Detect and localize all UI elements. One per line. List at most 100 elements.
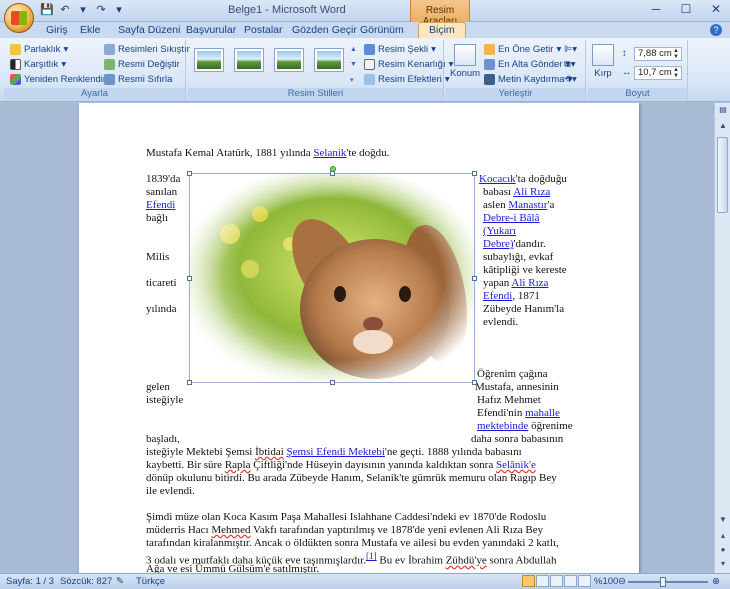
web-layout-icon[interactable]	[550, 575, 563, 587]
maximize-icon[interactable]: ☐	[678, 2, 694, 16]
doc-text: yapan	[483, 277, 512, 289]
style-thumbnail-1[interactable]	[194, 48, 224, 72]
close-icon[interactable]: ✕	[708, 2, 724, 16]
picture-shape-button[interactable]: Resim Şekli ▾	[364, 44, 436, 55]
picture-effects-button[interactable]: Resim Efektleri ▾	[364, 74, 450, 85]
draft-view-icon[interactable]	[578, 575, 591, 587]
doc-left-3[interactable]: Efendi	[146, 199, 175, 212]
browse-object-icon[interactable]: ●	[716, 543, 730, 557]
doc-link-selanik-2[interactable]: Selânik'e	[496, 459, 536, 471]
save-icon[interactable]: 💾	[40, 3, 54, 17]
style-thumbnail-4[interactable]	[314, 48, 344, 72]
doc-link-efendi[interactable]: Efendi	[483, 290, 512, 302]
picture-border-button[interactable]: Resim Kenarlığı ▾	[364, 59, 453, 70]
resize-handle-ne[interactable]	[472, 171, 477, 176]
compress-pictures-button[interactable]: Resimleri Sıkıştır	[104, 44, 190, 55]
scroll-thumb[interactable]	[717, 137, 728, 213]
text-wrapping-button[interactable]: Metin Kaydırma ▾	[484, 74, 572, 85]
align-icon[interactable]: ⊫▾	[564, 44, 577, 55]
position-button[interactable]: Konum	[450, 44, 480, 79]
tab-bicim[interactable]: Biçim	[418, 22, 466, 39]
change-picture-button[interactable]: Resmi Değiştir	[104, 59, 180, 70]
zoom-level[interactable]: %100	[594, 576, 618, 587]
office-button[interactable]	[4, 3, 34, 33]
tab-postalar[interactable]: Postalar	[244, 24, 283, 36]
doc-right-13: Öğrenim çağına	[477, 368, 548, 380]
zoom-slider-knob[interactable]	[660, 577, 666, 587]
vertical-scrollbar[interactable]: ▤ ▲ ▼ ▴ ● ▾	[714, 103, 730, 573]
crop-button[interactable]: Kırp	[592, 44, 614, 79]
doc-link-selanik[interactable]: Selanik	[313, 147, 346, 159]
doc-link-ali-riza[interactable]: Ali Rıza	[513, 186, 550, 198]
doc-link-yukari[interactable]: (Yukarı	[483, 225, 516, 238]
doc-left-2: sanılan	[146, 186, 178, 198]
office-logo-icon	[11, 11, 27, 25]
outline-view-icon[interactable]	[564, 575, 577, 587]
minimize-icon[interactable]: ─	[648, 2, 664, 16]
zoom-in-icon[interactable]: ⊕	[712, 576, 720, 587]
document-page[interactable]: Mustafa Kemal Atatürk, 1881 yılında Sela…	[79, 103, 639, 573]
doc-link-semsi[interactable]: Şemsi Efendi Mektebi	[287, 446, 385, 458]
contrast-button[interactable]: Karşıtlık ▾	[10, 59, 66, 70]
next-page-icon[interactable]: ▾	[716, 557, 730, 571]
change-picture-label: Resmi Değiştir	[118, 59, 180, 70]
style-thumbnail-2[interactable]	[234, 48, 264, 72]
print-layout-view-icon[interactable]	[522, 575, 535, 587]
reset-picture-button[interactable]: Resmi Sıfırla	[104, 74, 172, 85]
redo-icon[interactable]: ↷	[94, 3, 108, 17]
proofing-icon[interactable]: ✎	[116, 576, 124, 587]
tab-basvurular[interactable]: Başvurular	[186, 24, 236, 36]
doc-left-9: isteğiyle	[146, 394, 184, 406]
height-field[interactable]: 7,88 cm ▲ ▼	[634, 47, 682, 61]
resize-handle-n[interactable]	[330, 171, 335, 176]
word-count[interactable]: Sözcük: 827	[60, 576, 112, 587]
zoom-out-icon[interactable]: ⊖	[618, 576, 626, 587]
doc-link-kocacik[interactable]: Kocacık	[479, 173, 516, 185]
tab-gozden-gecir[interactable]: Gözden Geçir	[292, 24, 357, 36]
gallery-scroll[interactable]: ▲ ▼ ▾	[350, 46, 358, 84]
doc-footnote-link[interactable]: [1]	[366, 551, 377, 561]
doc-link-mahalle[interactable]: mahalle	[525, 407, 560, 419]
doc-link-debre[interactable]: Debre-i Bâlâ	[483, 212, 540, 225]
style-thumbnail-3[interactable]	[274, 48, 304, 72]
height-spinner-icon[interactable]: ▲ ▼	[673, 48, 679, 60]
ruler-toggle-icon[interactable]: ▤	[716, 103, 730, 117]
scroll-up-icon[interactable]: ▲	[716, 119, 730, 133]
gallery-more-icon[interactable]: ▾	[350, 76, 358, 84]
rotate-icon[interactable]: ⟲▾	[564, 74, 577, 85]
gallery-down-icon[interactable]: ▼	[350, 61, 358, 68]
recolor-button[interactable]: Yeniden Renklendir▾	[10, 74, 114, 85]
language[interactable]: Türkçe	[136, 576, 165, 587]
doc-link-mektebinde[interactable]: mektebinde	[477, 420, 528, 432]
selected-picture[interactable]	[187, 166, 477, 385]
tab-giris[interactable]: Giriş	[46, 24, 68, 36]
doc-link-debre-2[interactable]: Debre)	[483, 238, 514, 250]
tab-ekle[interactable]: Ekle	[80, 24, 100, 36]
help-icon[interactable]: ?	[710, 24, 722, 36]
resize-handle-s[interactable]	[330, 380, 335, 385]
tab-gorunum[interactable]: Görünüm	[360, 24, 404, 36]
undo-icon[interactable]: ↶	[58, 3, 72, 17]
bring-to-front-button[interactable]: En Öne Getir ▾	[484, 44, 561, 55]
resize-handle-w[interactable]	[187, 276, 192, 281]
zoom-slider[interactable]	[628, 581, 708, 583]
width-field[interactable]: 10,7 cm ▲ ▼	[634, 66, 682, 80]
previous-page-icon[interactable]: ▴	[716, 529, 730, 543]
width-spinner-icon[interactable]: ▲ ▼	[673, 67, 679, 79]
page-count[interactable]: Sayfa: 1 / 3	[6, 576, 54, 587]
send-to-back-button[interactable]: En Alta Gönder ▾	[484, 59, 570, 70]
resize-handle-nw[interactable]	[187, 171, 192, 176]
gallery-up-icon[interactable]: ▲	[350, 46, 358, 53]
undo-dropdown-icon[interactable]: ▾	[76, 3, 90, 17]
resize-handle-sw[interactable]	[187, 380, 192, 385]
doc-link-ali-riza-2[interactable]: Ali Rıza	[511, 277, 548, 289]
customize-qat-icon[interactable]: ▾	[112, 3, 126, 17]
resize-handle-e[interactable]	[472, 276, 477, 281]
resize-handle-se[interactable]	[472, 380, 477, 385]
group-objects-icon[interactable]: ⧉▾	[564, 59, 576, 70]
scroll-down-icon[interactable]: ▼	[716, 513, 730, 527]
tab-sayfa-duzeni[interactable]: Sayfa Düzeni	[118, 24, 180, 36]
full-screen-reading-icon[interactable]	[536, 575, 549, 587]
doc-link-manastir[interactable]: Manastır	[508, 199, 547, 211]
brightness-button[interactable]: Parlaklık ▾	[10, 44, 68, 55]
